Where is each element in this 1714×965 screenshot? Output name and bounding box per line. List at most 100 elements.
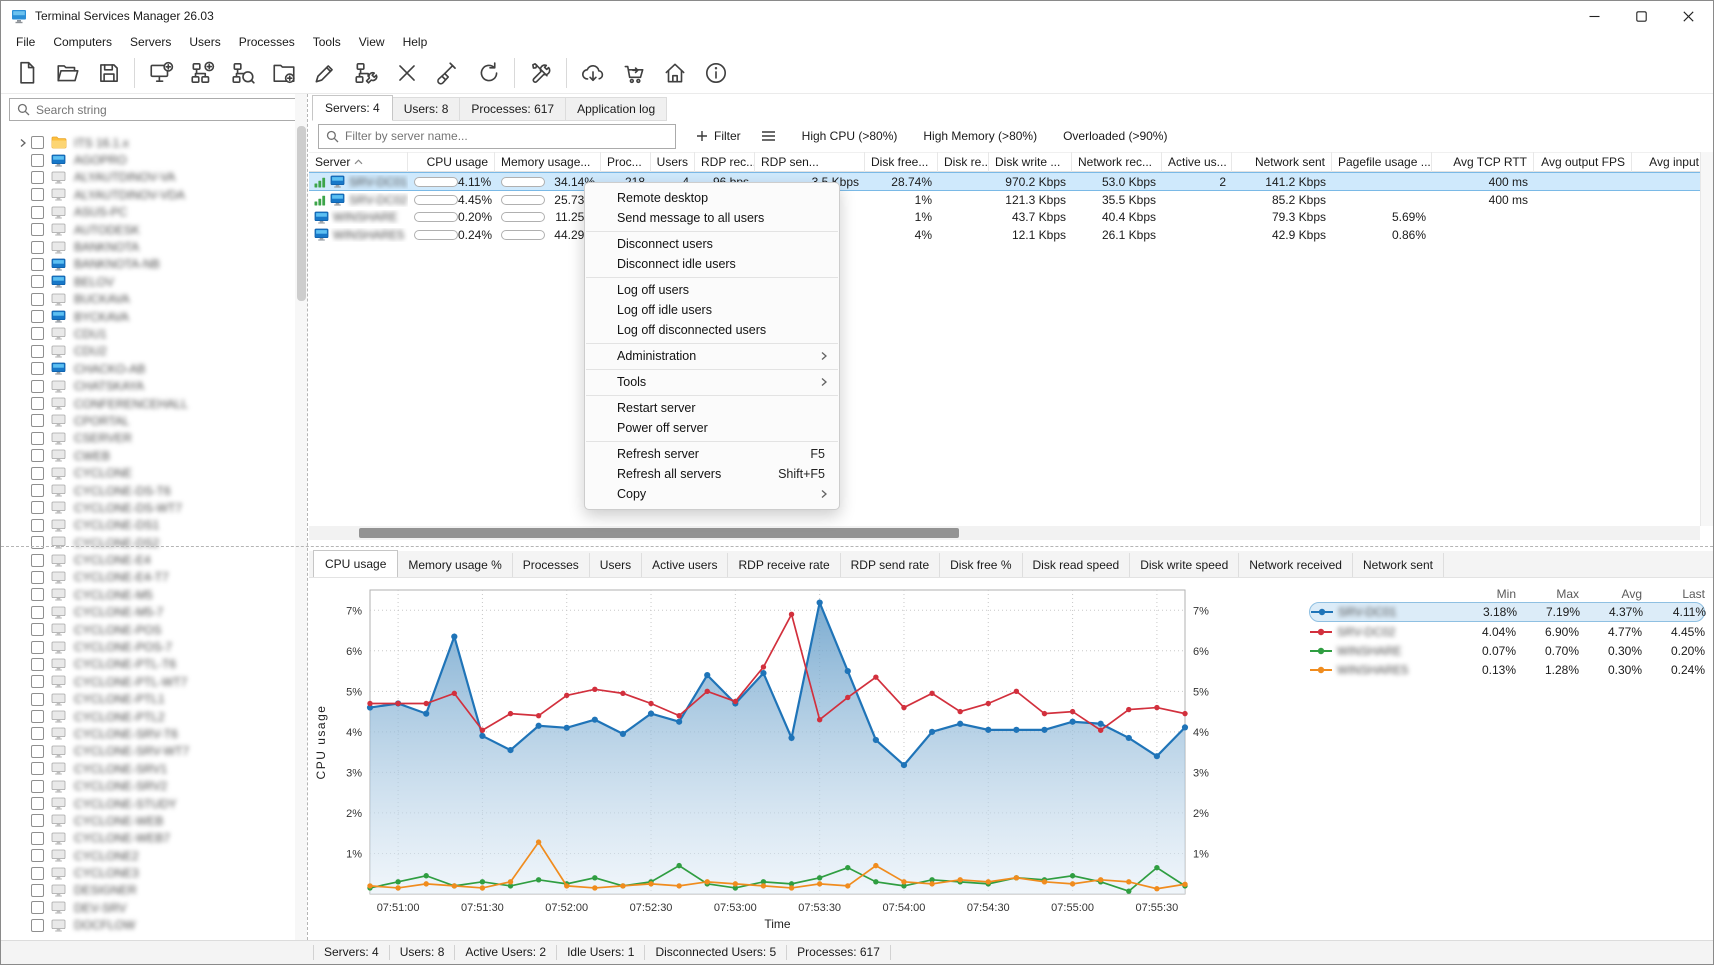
- delete-button[interactable]: [386, 55, 427, 91]
- tree-item[interactable]: CYCLONE-DS1: [1, 517, 294, 534]
- tree-item[interactable]: CYCLONE-SRV2: [1, 777, 294, 794]
- sidebar-search-input[interactable]: [36, 103, 289, 117]
- tree-item[interactable]: CYCLONE-WEB: [1, 812, 294, 829]
- add-folder-button[interactable]: [263, 55, 304, 91]
- server-row[interactable]: WINSHARE50.24%44.29%4%12.1 Kbps26.1 Kbps…: [309, 226, 1700, 244]
- tree-item[interactable]: CYCLONE3: [1, 864, 294, 881]
- tree-item-checkbox[interactable]: [31, 884, 44, 897]
- tree-item[interactable]: ALYAUTDINOV-VDA: [1, 186, 294, 203]
- tree-item-checkbox[interactable]: [31, 554, 44, 567]
- tree-item-checkbox[interactable]: [31, 223, 44, 236]
- tree-item-checkbox[interactable]: [31, 414, 44, 427]
- column-header-users[interactable]: Users: [651, 152, 695, 172]
- menu-item-log-off-disconnected-users[interactable]: Log off disconnected users: [585, 320, 839, 340]
- menu-item-tools[interactable]: Tools: [585, 372, 839, 392]
- tree-item-checkbox[interactable]: [31, 258, 44, 271]
- tree-item[interactable]: CDU1: [1, 325, 294, 342]
- tab-application-log[interactable]: Application log: [566, 97, 667, 121]
- tree-item-checkbox[interactable]: [31, 797, 44, 810]
- menu-tools[interactable]: Tools: [304, 33, 350, 51]
- tree-item[interactable]: CYCLONE-PTL-T6: [1, 656, 294, 673]
- tree-item-checkbox[interactable]: [31, 136, 44, 149]
- tree-item[interactable]: CDU2: [1, 343, 294, 360]
- tree-item-checkbox[interactable]: [31, 536, 44, 549]
- tree-item[interactable]: CYCLONE-E4-T7: [1, 569, 294, 586]
- menu-help[interactable]: Help: [394, 33, 437, 51]
- menu-item-copy[interactable]: Copy: [585, 484, 839, 504]
- chart-tab-processes[interactable]: Processes: [513, 553, 590, 577]
- chart-tab-disk-free[interactable]: Disk free %: [940, 553, 1022, 577]
- tree-item[interactable]: BYCKAVA: [1, 308, 294, 325]
- maximize-button[interactable]: [1618, 2, 1665, 31]
- tree-item[interactable]: CONFERENCEHALL: [1, 395, 294, 412]
- sidebar-scrollbar[interactable]: [295, 94, 307, 940]
- home-button[interactable]: [654, 55, 695, 91]
- tree-item-checkbox[interactable]: [31, 362, 44, 375]
- tree-item[interactable]: CYCLONE: [1, 464, 294, 481]
- tree-item-checkbox[interactable]: [31, 901, 44, 914]
- chart-tab-active-users[interactable]: Active users: [642, 553, 728, 577]
- column-header-disk-write[interactable]: Disk write ...: [989, 152, 1072, 172]
- tree-item[interactable]: DOCFLOW: [1, 917, 294, 934]
- close-button[interactable]: [1665, 2, 1712, 31]
- chart-tab-disk-read-speed[interactable]: Disk read speed: [1023, 553, 1131, 577]
- menu-computers[interactable]: Computers: [44, 33, 121, 51]
- menu-servers[interactable]: Servers: [121, 33, 180, 51]
- column-header-rdp-rec[interactable]: RDP rec...: [695, 152, 755, 172]
- tree-item[interactable]: CYCLONE-DS2: [1, 534, 294, 551]
- about-button[interactable]: [695, 55, 736, 91]
- tree-item[interactable]: AGOPRO: [1, 151, 294, 168]
- tree-item-checkbox[interactable]: [31, 762, 44, 775]
- tree-item[interactable]: BUCKAVA: [1, 291, 294, 308]
- menu-item-administration[interactable]: Administration: [585, 346, 839, 366]
- tree-item[interactable]: CHATSKAYA: [1, 377, 294, 394]
- column-header-memory-usage[interactable]: Memory usage...: [495, 152, 601, 172]
- tree-item-checkbox[interactable]: [31, 397, 44, 410]
- menu-item-log-off-idle-users[interactable]: Log off idle users: [585, 300, 839, 320]
- tree-item[interactable]: CYCLONE-DS-WT7: [1, 499, 294, 516]
- new-file-button[interactable]: [6, 55, 47, 91]
- chart-tab-network-sent[interactable]: Network sent: [1353, 553, 1444, 577]
- refresh-button[interactable]: [468, 55, 509, 91]
- server-row[interactable]: SRV-DC024.45%25.73%1%121.3 Kbps35.5 Kbps…: [309, 191, 1700, 209]
- store-button[interactable]: [613, 55, 654, 91]
- tree-item[interactable]: CYCLONE-DS-T6: [1, 482, 294, 499]
- column-header-disk-free[interactable]: Disk free...: [865, 152, 938, 172]
- filter-chip-high-memory-80[interactable]: High Memory (>80%): [923, 129, 1037, 143]
- tree-item-checkbox[interactable]: [31, 345, 44, 358]
- tree-item[interactable]: CYCLONE-STUDY: [1, 795, 294, 812]
- tools-button[interactable]: [520, 55, 561, 91]
- cleanup-button[interactable]: [427, 55, 468, 91]
- filter-chip-high-cpu-80[interactable]: High CPU (>80%): [802, 129, 898, 143]
- menu-item-remote-desktop[interactable]: Remote desktop: [585, 188, 839, 208]
- chart-tab-memory-usage[interactable]: Memory usage %: [398, 553, 512, 577]
- table-horizontal-scrollbar[interactable]: [309, 526, 1700, 540]
- tree-item-checkbox[interactable]: [31, 658, 44, 671]
- tree-item-checkbox[interactable]: [31, 832, 44, 845]
- tree-item[interactable]: CYCLONE-WEB7: [1, 830, 294, 847]
- tab-servers[interactable]: Servers: 4: [312, 95, 393, 121]
- menu-item-send-message-to-all-users[interactable]: Send message to all users: [585, 208, 839, 228]
- group-settings-button[interactable]: [345, 55, 386, 91]
- menu-item-restart-server[interactable]: Restart server: [585, 398, 839, 418]
- chart-tab-cpu-usage[interactable]: CPU usage: [313, 550, 398, 577]
- filter-chip-overloaded-90[interactable]: Overloaded (>90%): [1063, 129, 1167, 143]
- menu-item-refresh-server[interactable]: Refresh serverF5: [585, 444, 839, 464]
- column-header-pagefile-usage[interactable]: Pagefile usage ...: [1332, 152, 1432, 172]
- server-row[interactable]: WINSHARE0.20%11.25%1%43.7 Kbps40.4 Kbps7…: [309, 209, 1700, 227]
- tree-item[interactable]: BANKNOTA-NB: [1, 256, 294, 273]
- tree-item-checkbox[interactable]: [31, 693, 44, 706]
- tab-users[interactable]: Users: 8: [393, 97, 461, 121]
- chart-tab-users[interactable]: Users: [590, 553, 642, 577]
- legend-row[interactable]: WINSHARE0.07%0.70%0.30%0.20%: [1309, 641, 1705, 660]
- tree-item-checkbox[interactable]: [31, 293, 44, 306]
- tree-item-checkbox[interactable]: [31, 275, 44, 288]
- pane-splitter[interactable]: [1, 546, 1713, 547]
- tree-item[interactable]: CYCLONE-POS-7: [1, 638, 294, 655]
- column-header-disk-re[interactable]: Disk re...: [938, 152, 989, 172]
- column-header-avg-tcp-rtt[interactable]: Avg TCP RTT: [1432, 152, 1534, 172]
- tree-item[interactable]: CYCLONE-SRV-WT7: [1, 743, 294, 760]
- tree-item-checkbox[interactable]: [31, 380, 44, 393]
- add-computer-button[interactable]: [140, 55, 181, 91]
- chart-tab-rdp-receive-rate[interactable]: RDP receive rate: [728, 553, 840, 577]
